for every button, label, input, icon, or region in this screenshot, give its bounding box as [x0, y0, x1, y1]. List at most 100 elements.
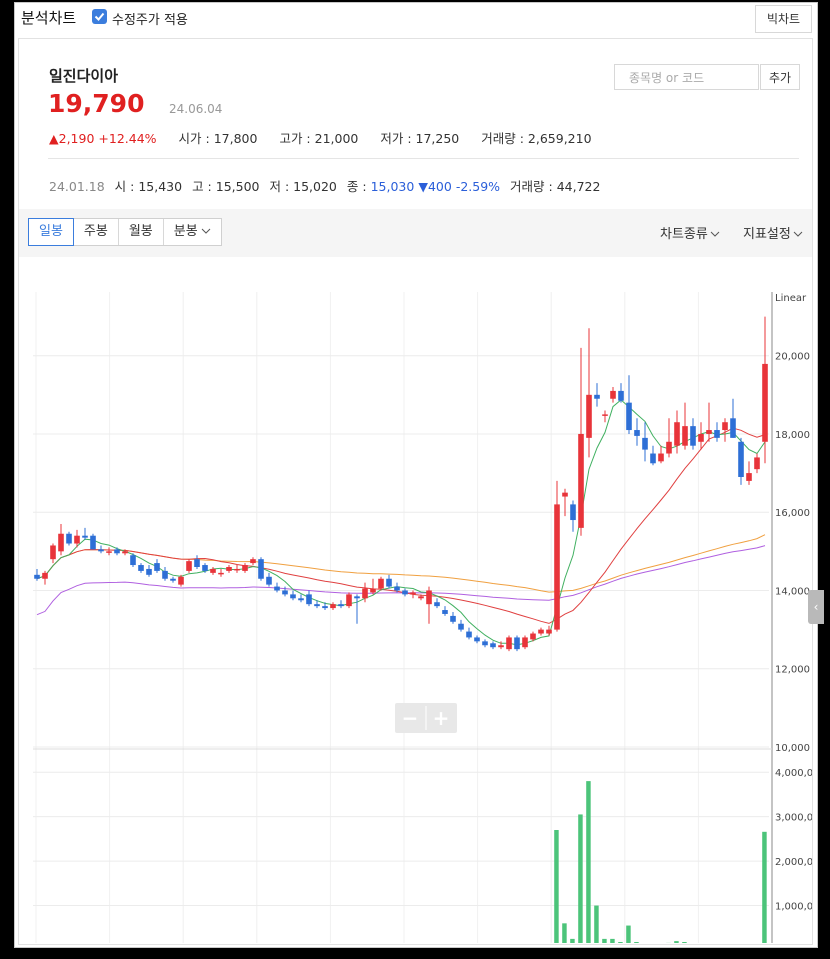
candle-body	[610, 390, 616, 399]
candle-body	[762, 363, 768, 442]
candle-body	[210, 568, 216, 573]
candle-body	[178, 576, 184, 585]
candle-body	[738, 441, 744, 477]
candle-body	[442, 610, 448, 614]
low-price: 저가 : 17,250	[380, 131, 460, 146]
candle-body	[434, 602, 440, 607]
candle-body	[458, 623, 464, 630]
analysis-chart-title: 분석차트	[21, 9, 77, 27]
chevron-down-icon	[793, 231, 803, 237]
candle-body	[410, 592, 416, 595]
candle-body	[266, 576, 272, 585]
candle-body	[58, 533, 64, 552]
stock-search-input[interactable]: 종목명 or 코드	[614, 64, 759, 90]
tab-minute[interactable]: 분봉	[164, 219, 221, 245]
candle-body	[706, 430, 712, 434]
candle-body	[386, 578, 392, 587]
candle-body	[530, 633, 536, 640]
candle-body	[754, 457, 760, 470]
hover-low: 저 : 15,020	[269, 179, 337, 194]
candle-body	[426, 590, 432, 605]
tab-daily[interactable]: 일봉	[28, 218, 74, 246]
candle-body	[626, 402, 632, 431]
side-panel-toggle[interactable]: ‹	[808, 590, 824, 624]
candle-body	[98, 549, 104, 552]
candle-body	[586, 394, 592, 438]
tab-minute-label: 분봉	[173, 224, 198, 239]
volume: 거래량 : 2,659,210	[481, 131, 592, 146]
candle-body	[602, 414, 608, 416]
price-tick-label: 18,000	[775, 430, 810, 441]
price-tick-label: 16,000	[775, 508, 810, 519]
indicator-settings-label: 지표설정	[743, 227, 791, 242]
candle-body	[618, 390, 624, 401]
indicator-settings-dropdown[interactable]: 지표설정	[743, 223, 803, 242]
candle-body	[90, 535, 96, 550]
candle-body	[106, 551, 112, 553]
chart-toolbar: 일봉 주봉 월봉 분봉 차트종류 지표설정	[19, 209, 812, 257]
volume-bar	[602, 938, 607, 943]
price-tick-label: 10,000	[775, 743, 810, 754]
volume-bar	[618, 942, 623, 943]
candle-body	[378, 578, 384, 589]
candle-body	[634, 430, 640, 436]
adjusted-price-checkbox[interactable]	[92, 9, 107, 24]
check-icon	[94, 12, 105, 21]
candle-body	[594, 394, 600, 399]
candle-body	[650, 453, 656, 464]
candle-body	[130, 555, 136, 566]
candle-body	[82, 535, 88, 538]
candle-body	[306, 594, 312, 605]
price-tick-label: 12,000	[775, 665, 810, 676]
candle-body	[482, 641, 488, 646]
candle-body	[506, 637, 512, 650]
candle-body	[498, 645, 504, 648]
candle-body	[218, 572, 224, 575]
tab-weekly[interactable]: 주봉	[74, 219, 119, 245]
candle-body	[338, 604, 344, 607]
candle-body	[234, 568, 240, 571]
divider	[48, 158, 799, 159]
candle-body	[642, 437, 648, 450]
candle-body	[138, 565, 144, 571]
big-chart-button[interactable]: 빅차트	[755, 5, 812, 33]
candle-body	[746, 473, 752, 481]
volume-bar	[578, 814, 583, 943]
tab-monthly[interactable]: 월봉	[119, 219, 164, 245]
candle-body	[666, 441, 672, 454]
volume-bar	[674, 941, 679, 943]
volume-bar	[594, 905, 599, 943]
candle-body	[34, 574, 40, 579]
volume-bar	[562, 923, 567, 943]
candle-body	[394, 586, 400, 591]
candle-body	[226, 567, 232, 571]
zoom-control[interactable]: − +	[395, 703, 457, 733]
candle-body	[194, 559, 200, 567]
candle-body	[490, 643, 496, 648]
candle-body	[418, 596, 424, 599]
volume-tick-label: 4,000,000	[775, 768, 812, 779]
candle-body	[546, 629, 552, 634]
zoom-out-button[interactable]: −	[402, 706, 419, 730]
price-chart[interactable]: 20,000 18,000 16,000 14,000 12,000 10,000 Line…	[19, 257, 812, 943]
chart-type-dropdown[interactable]: 차트종류	[660, 223, 720, 242]
candle-body	[202, 565, 208, 571]
candle-body	[162, 570, 168, 579]
hover-close-label: 종 :	[346, 179, 367, 194]
period-tabs: 일봉 주봉 월봉 분봉	[28, 218, 222, 246]
candle-body	[322, 606, 328, 609]
hover-change: ▼400	[418, 179, 452, 194]
hover-open: 시 : 15,430	[114, 179, 183, 194]
zoom-in-button[interactable]: +	[433, 706, 450, 730]
candle-body	[562, 492, 568, 497]
volume-bar	[610, 938, 615, 943]
candle-body	[570, 504, 576, 521]
candle-body	[146, 568, 152, 575]
adjusted-price-label[interactable]: 수정주가 적용	[112, 9, 188, 28]
hover-change-percent: -2.59%	[455, 179, 501, 194]
candle-body	[66, 533, 72, 544]
ma120-line	[36, 545, 766, 616]
candle-body	[554, 504, 560, 630]
candle-body	[730, 418, 736, 438]
add-stock-button[interactable]: 추가	[760, 64, 800, 90]
